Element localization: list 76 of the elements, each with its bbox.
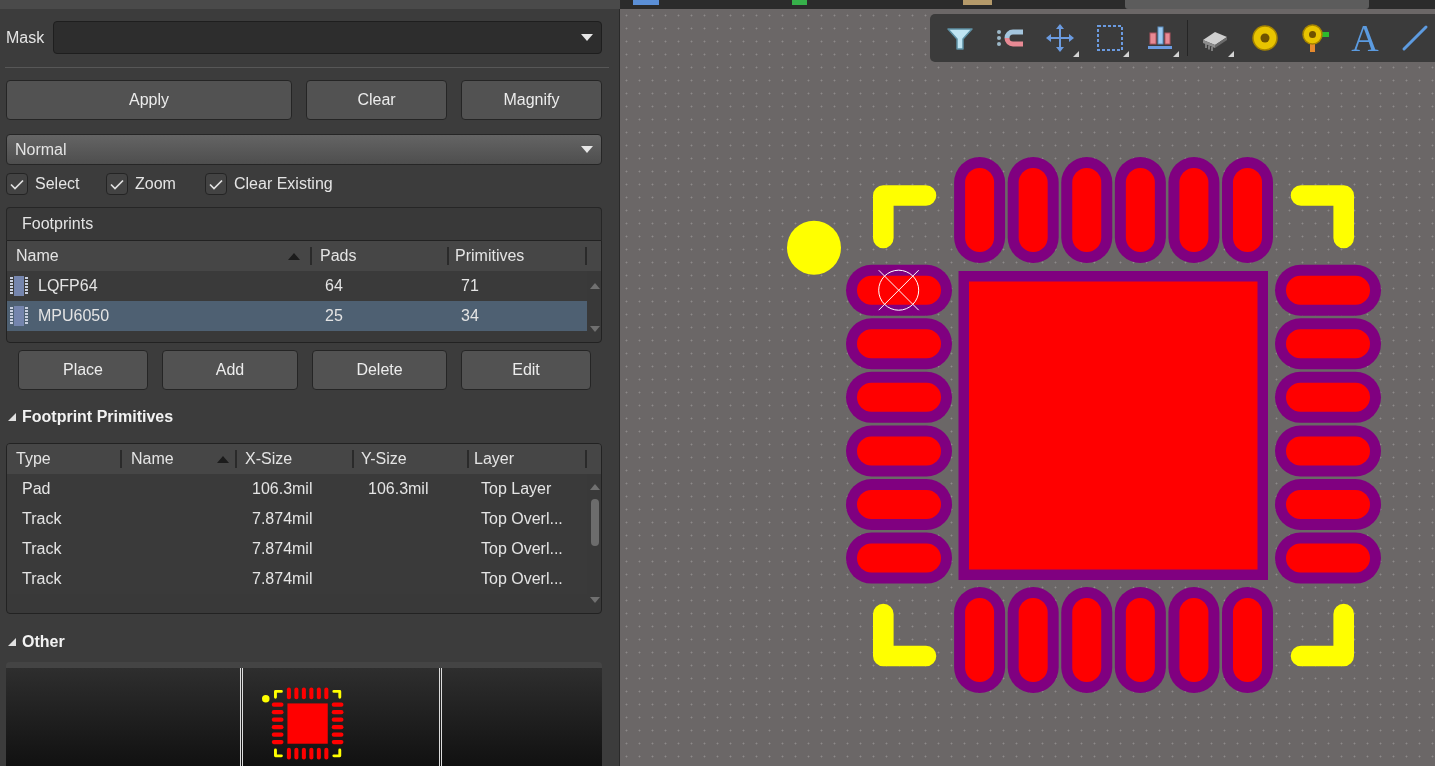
silkscreen-corner (873, 603, 937, 667)
column-header[interactable]: Name (122, 444, 237, 474)
table-cell: Top Layer (481, 480, 552, 498)
filter-action-button[interactable]: Clear (306, 80, 447, 120)
checkbox-label[interactable]: Zoom (135, 175, 176, 193)
group-header: Footprints (6, 207, 602, 240)
ring-pin-icon[interactable] (1301, 24, 1329, 52)
checkmark-icon (209, 178, 223, 190)
filter-action-button[interactable]: Apply (6, 80, 292, 120)
mask-label: Mask (6, 28, 46, 47)
footprint-action-button[interactable]: Place (18, 350, 148, 390)
table-cell: Top Overl... (481, 510, 563, 528)
scrollbar-thumb[interactable] (590, 499, 599, 546)
checkbox[interactable] (205, 173, 227, 195)
table-cell: Track (22, 540, 62, 558)
chip-icon (10, 306, 28, 326)
submenu-triangle-icon[interactable] (1173, 51, 1179, 57)
column-header[interactable]: Y-Size (354, 444, 469, 474)
ring-icon[interactable] (1251, 24, 1279, 52)
submenu-triangle-icon[interactable] (1073, 51, 1079, 57)
checkbox[interactable] (106, 173, 128, 195)
column-header[interactable]: Layer (469, 444, 587, 474)
silkscreen-corner (873, 185, 937, 249)
checkmark-icon (110, 178, 124, 190)
table-cell: 64 (325, 277, 343, 295)
selection-rectangle-icon[interactable] (1096, 24, 1124, 52)
pcb-canvas[interactable]: A (620, 9, 1435, 766)
column-header[interactable]: Name (7, 241, 312, 271)
table-cell: 7.874mil (252, 510, 313, 528)
column-header[interactable]: Type (7, 444, 122, 474)
silkscreen-corner (1290, 603, 1354, 667)
footprint-action-button[interactable]: Add (162, 350, 298, 390)
collapse-triangle-icon[interactable] (8, 413, 16, 421)
bars-baseline-icon[interactable] (1146, 24, 1174, 52)
mode-dropdown[interactable]: Normal (6, 134, 602, 165)
column-header[interactable]: X-Size (237, 444, 354, 474)
table-cell: LQFP64 (38, 277, 98, 295)
footprint-action-button[interactable]: Edit (461, 350, 591, 390)
text-tool-button[interactable]: A (1351, 23, 1379, 53)
section-title: Footprint Primitives (22, 408, 174, 426)
collapse-triangle-icon[interactable] (8, 638, 16, 646)
table-cell: Track (22, 570, 62, 588)
table-cell: Pad (22, 480, 51, 498)
crossed-circle-icon (878, 269, 920, 311)
table-cell: 7.874mil (252, 570, 313, 588)
section-title: Other (22, 633, 65, 651)
footprint-action-button[interactable]: Delete (312, 350, 447, 390)
sort-arrow-icon (217, 455, 229, 463)
table-cell: 106.3mil (368, 480, 429, 498)
checkbox-label[interactable]: Clear Existing (234, 175, 333, 193)
table-cell: 34 (461, 307, 479, 325)
checkbox-label[interactable]: Select (35, 175, 80, 193)
table-cell: Top Overl... (481, 540, 563, 558)
table-cell: 25 (325, 307, 343, 325)
pin-one-dot (787, 220, 841, 275)
table-cell: MPU6050 (38, 307, 110, 325)
checkmark-icon (10, 178, 24, 190)
table-row[interactable]: MPU6050 25 34 (7, 301, 587, 331)
filter-action-button[interactable]: Magnify (461, 80, 602, 120)
table-cell: 106.3mil (252, 480, 313, 498)
table-cell: 7.874mil (252, 540, 313, 558)
move-icon[interactable] (1046, 24, 1074, 52)
caret-icon (581, 34, 593, 41)
submenu-triangle-icon[interactable] (1228, 51, 1234, 57)
caret-icon (581, 146, 593, 153)
sort-arrow-icon (288, 252, 300, 260)
column-header[interactable]: Pads (312, 241, 449, 271)
checkbox[interactable] (6, 173, 28, 195)
chip-icon (10, 276, 28, 296)
table-cell: Track (22, 510, 62, 528)
table-cell: Top Overl... (481, 570, 563, 588)
column-header[interactable]: Primitives (449, 241, 587, 271)
table-cell: 71 (461, 277, 479, 295)
line-icon[interactable] (1401, 24, 1429, 52)
silkscreen-corner (1290, 185, 1354, 249)
submenu-triangle-icon[interactable] (1123, 51, 1129, 57)
